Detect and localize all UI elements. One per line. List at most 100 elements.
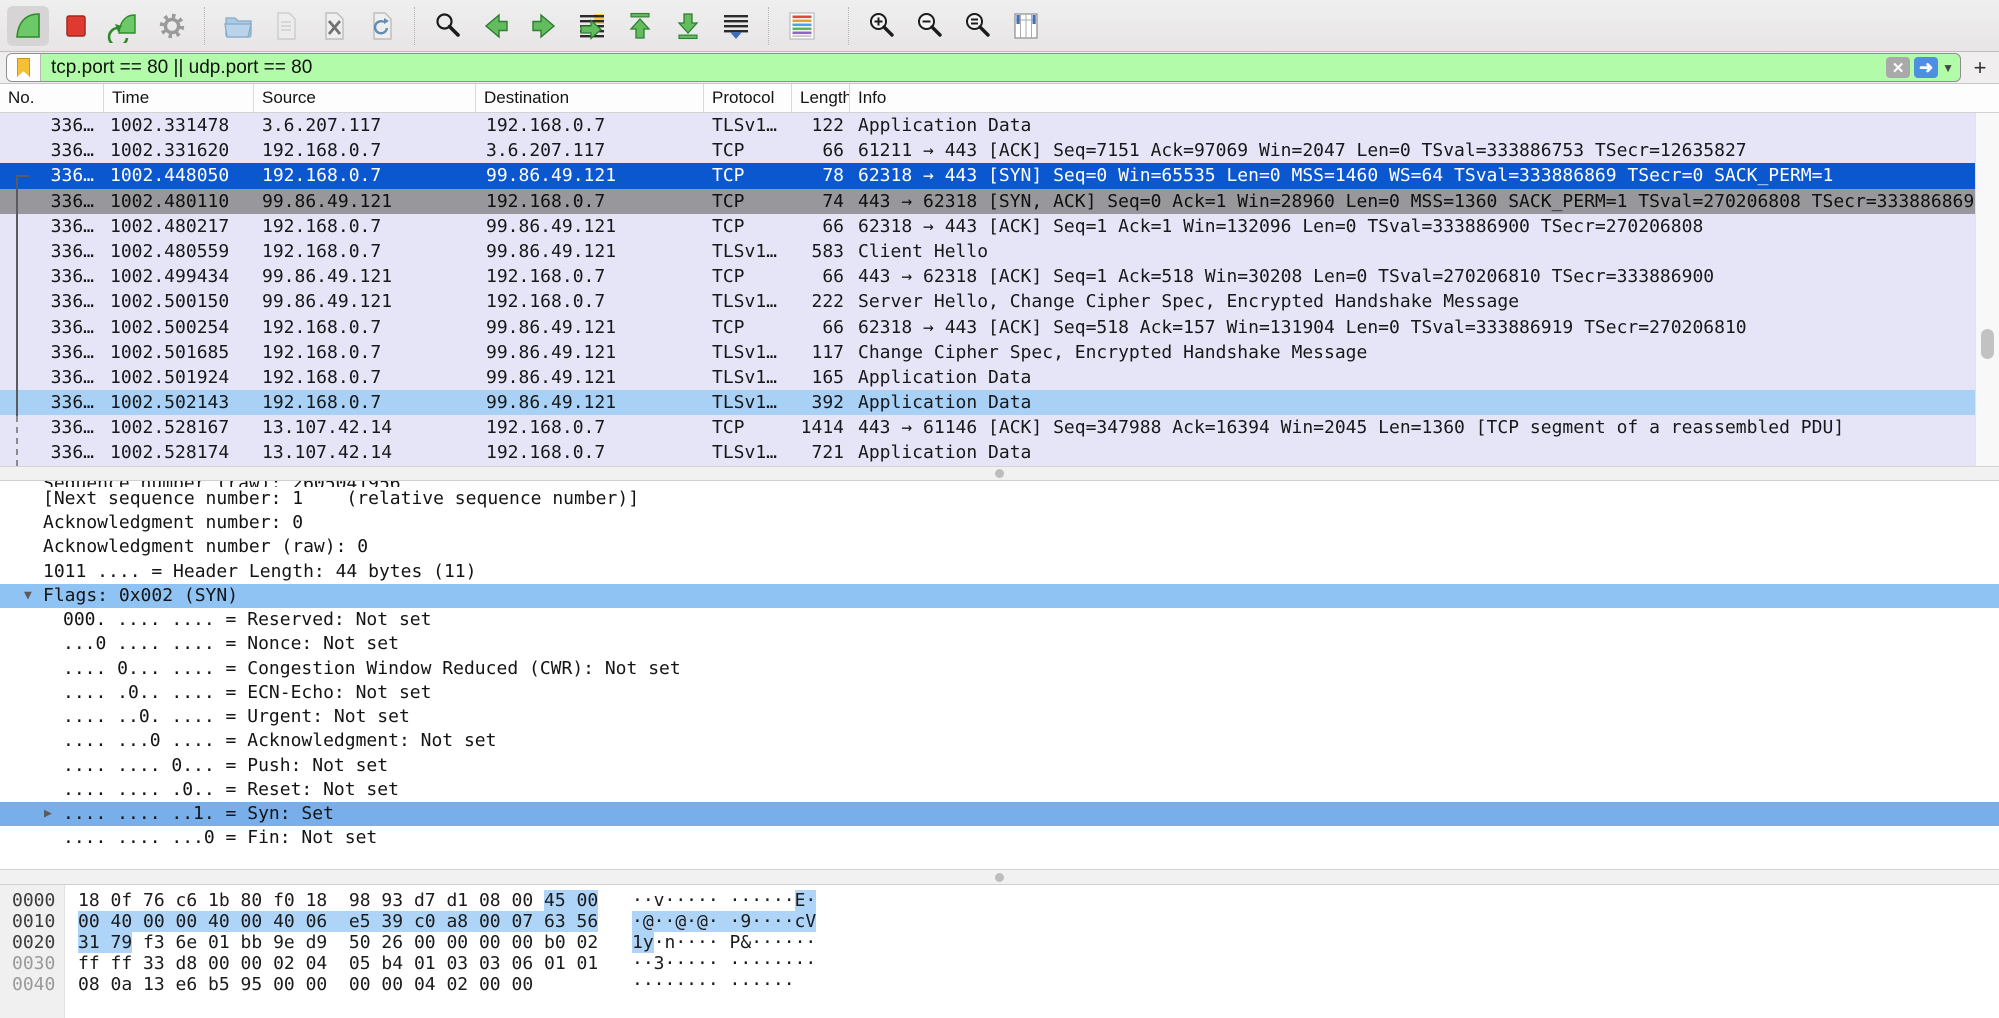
splitter-handle-icon [995,469,1004,478]
restart-capture-icon[interactable] [103,6,145,46]
capture-options-gear-icon[interactable] [151,6,193,46]
detail-line[interactable]: ▶.... .... ..1. = Syn: Set [0,802,1999,826]
open-file-folder-icon[interactable] [217,6,259,46]
cell-no: 336… [0,289,104,314]
cell-info: 62318 → 443 [ACK] Seq=518 Ack=157 Win=13… [850,315,1975,340]
hex-row[interactable]: 004008 0a 13 e6 b5 95 00 00 00 00 04 02 … [0,974,1999,995]
packet-row[interactable]: 336…1002.448050192.168.0.799.86.49.121TC… [0,163,1975,188]
hex-ascii[interactable]: 1y·n···· P&······ [632,932,816,953]
detail-line[interactable]: .... ...0 .... = Acknowledgment: Not set [0,729,1999,753]
detail-line[interactable]: .... .... ...0 = Fin: Not set [0,826,1999,850]
hex-row[interactable]: 0020 31 79 f3 6e 01 bb 9e d9 50 26 00 00 … [0,932,1999,953]
hex-bytes[interactable]: ff ff 33 d8 00 00 02 04 05 b4 01 03 03 0… [78,953,598,974]
detail-line[interactable]: 000. .... .... = Reserved: Not set [0,608,1999,632]
pane-splitter-1[interactable] [0,466,1999,481]
find-packet-icon[interactable] [427,6,469,46]
detail-line[interactable]: 1011 .... = Header Length: 44 bytes (11) [0,560,1999,584]
hex-ascii[interactable]: ··v····· ······E· [632,890,816,911]
go-first-packet-icon[interactable] [619,6,661,46]
packet-list-scrollbar[interactable] [1975,113,1999,466]
apply-filter-button[interactable]: ➜ [1914,57,1938,78]
cell-no: 336… [0,340,104,365]
go-forward-icon[interactable] [523,6,565,46]
wireshark-start-capture-icon[interactable] [7,6,49,46]
pane-splitter-2[interactable] [0,869,1999,885]
column-header-source[interactable]: Source [254,84,476,112]
close-file-icon[interactable] [313,6,355,46]
clear-filter-button[interactable]: ✕ [1886,57,1910,78]
cell-destination: 192.168.0.7 [476,264,704,289]
hex-bytes[interactable]: 08 0a 13 e6 b5 95 00 00 00 00 04 02 00 0… [78,974,533,995]
detail-line[interactable]: [Next sequence number: 1 (relative seque… [0,487,1999,511]
filter-expression-input[interactable]: tcp.port == 80 || udp.port == 80 [41,57,1886,79]
add-filter-button[interactable]: + [1967,55,1993,81]
expanded-arrow-icon[interactable]: ▼ [24,584,32,608]
hex-bytes[interactable]: 18 0f 76 c6 1b 80 f0 18 98 93 d7 d1 08 0… [78,890,598,911]
packet-row[interactable]: 336…1002.3314783.6.207.117192.168.0.7TLS… [0,113,1975,138]
packet-row[interactable]: 336…1002.480559192.168.0.799.86.49.121TL… [0,239,1975,264]
cell-length: 721 [792,440,850,465]
cell-no: 336… [0,365,104,390]
hex-row[interactable]: 001000 40 00 00 40 00 40 06 e5 39 c0 a8 … [0,911,1999,932]
column-header-time[interactable]: Time [104,84,254,112]
detail-line[interactable]: Acknowledgment number (raw): 0 [0,535,1999,559]
packet-row[interactable]: 336…1002.502143192.168.0.799.86.49.121TL… [0,390,1975,415]
zoom-out-icon[interactable] [909,6,951,46]
auto-scroll-icon[interactable] [715,6,757,46]
cell-protocol: TCP [704,214,792,239]
detail-line[interactable]: .... 0... .... = Congestion Window Reduc… [0,657,1999,681]
packet-row[interactable]: 336…1002.49943499.86.49.121192.168.0.7TC… [0,264,1975,289]
column-header-protocol[interactable]: Protocol [704,84,792,112]
cell-length: 78 [792,163,850,188]
packet-row[interactable]: 336…1002.500254192.168.0.799.86.49.121TC… [0,315,1975,340]
detail-line[interactable]: Acknowledgment number: 0 [0,511,1999,535]
hex-row[interactable]: 0030ff ff 33 d8 00 00 02 04 05 b4 01 03 … [0,953,1999,974]
hex-ascii[interactable]: ·@··@·@· ·9····cV [632,911,816,932]
packet-row[interactable]: 336…1002.331620192.168.0.73.6.207.117TCP… [0,138,1975,163]
display-filter-field[interactable]: tcp.port == 80 || udp.port == 80 ✕ ➜ ▼ [6,53,1961,82]
detail-line[interactable]: .... .... .0.. = Reset: Not set [0,778,1999,802]
splitter-handle-icon [995,873,1004,882]
packet-row[interactable]: 336…1002.501924192.168.0.799.86.49.121TL… [0,365,1975,390]
hex-offset: 0020 [12,932,55,953]
hex-row[interactable]: 000018 0f 76 c6 1b 80 f0 18 98 93 d7 d1 … [0,890,1999,911]
resize-columns-icon[interactable] [1005,6,1047,46]
cell-destination: 99.86.49.121 [476,365,704,390]
detail-line[interactable]: ...0 .... .... = Nonce: Not set [0,632,1999,656]
hex-bytes[interactable]: 00 40 00 00 40 00 40 06 e5 39 c0 a8 00 0… [78,911,598,932]
scrollbar-thumb[interactable] [1981,329,1994,359]
detail-line[interactable]: ▼Flags: 0x002 (SYN) [0,584,1999,608]
detail-line[interactable]: .... .... 0... = Push: Not set [0,754,1999,778]
column-header-info[interactable]: Info [850,84,1999,112]
go-to-packet-icon[interactable] [571,6,613,46]
column-header-no[interactable]: No. [0,84,104,112]
toolbar-separator [204,7,206,45]
packet-row[interactable]: 336…1002.52816713.107.42.14192.168.0.7TC… [0,415,1975,440]
zoom-reset-icon[interactable] [957,6,999,46]
filter-bookmark-icon[interactable] [7,54,41,81]
filter-dropdown-icon[interactable]: ▼ [1942,61,1954,75]
column-header-destination[interactable]: Destination [476,84,704,112]
cell-length: 222 [792,289,850,314]
column-header-length[interactable]: Length [792,84,850,112]
packet-row[interactable]: 336…1002.52817413.107.42.14192.168.0.7TL… [0,440,1975,465]
save-file-icon[interactable] [265,6,307,46]
cell-source: 99.86.49.121 [254,264,476,289]
detail-line[interactable]: .... ..0. .... = Urgent: Not set [0,705,1999,729]
zoom-in-icon[interactable] [861,6,903,46]
detail-line[interactable]: .... .0.. .... = ECN-Echo: Not set [0,681,1999,705]
cell-length: 66 [792,214,850,239]
hex-bytes[interactable]: 31 79 f3 6e 01 bb 9e d9 50 26 00 00 00 0… [78,932,598,953]
packet-row[interactable]: 336…1002.480217192.168.0.799.86.49.121TC… [0,214,1975,239]
packet-row[interactable]: 336…1002.501685192.168.0.799.86.49.121TL… [0,340,1975,365]
reload-file-icon[interactable] [361,6,403,46]
collapsed-arrow-icon[interactable]: ▶ [44,802,52,826]
packet-row[interactable]: 336…1002.50015099.86.49.121192.168.0.7TL… [0,289,1975,314]
packet-row[interactable]: 336…1002.48011099.86.49.121192.168.0.7TC… [0,189,1975,214]
colorize-packets-icon[interactable] [781,6,823,46]
hex-ascii[interactable]: ········ ······ [632,974,795,995]
go-back-icon[interactable] [475,6,517,46]
hex-ascii[interactable]: ··3····· ········ [632,953,816,974]
stop-capture-icon[interactable] [55,6,97,46]
go-last-packet-icon[interactable] [667,6,709,46]
